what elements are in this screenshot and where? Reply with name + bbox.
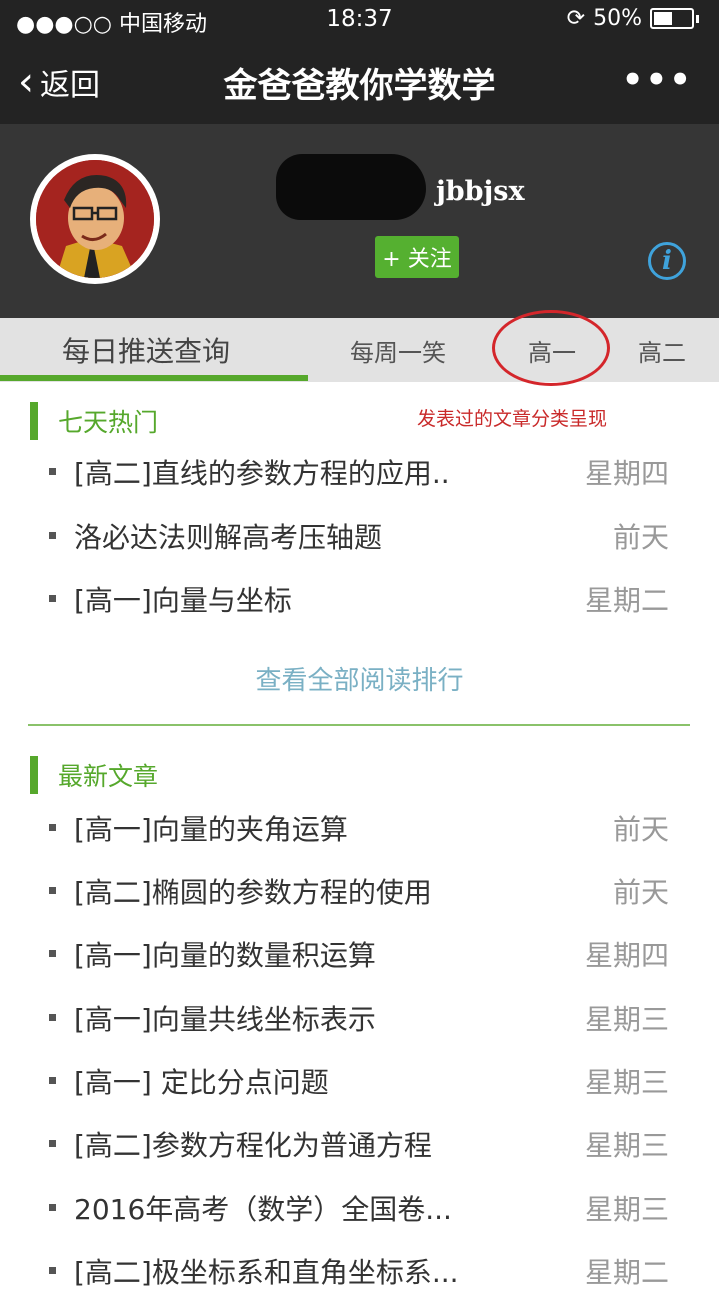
battery-percent: 50% [593, 6, 642, 31]
article-title: [高二]参数方程化为普通方程 [74, 1129, 432, 1162]
annotation-circle [492, 310, 610, 386]
article-title: [高二]直线的参数方程的应用.. [74, 457, 450, 490]
list-item[interactable]: [高一]向量共线坐标表示 星期三 [0, 988, 719, 1044]
article-date: 星期三 [584, 1193, 669, 1226]
article-title: [高二]极坐标系和直角坐标系... [74, 1256, 459, 1289]
article-date: 前天 [612, 521, 669, 554]
section-heading-latest: 最新文章 [30, 756, 158, 794]
article-title: [高一]向量的夹角运算 [74, 813, 348, 846]
more-menu-icon[interactable]: ••• [622, 60, 693, 100]
tab-grade-11[interactable]: 高二 [638, 318, 686, 382]
article-title: [高一]向量的数量积运算 [74, 939, 376, 972]
category-tabs: 每日推送查询 每周一笑 高一 高二 [0, 318, 719, 382]
article-title: [高一]向量共线坐标表示 [74, 1003, 376, 1036]
tab-daily-push[interactable]: 每日推送查询 [62, 318, 230, 382]
list-item[interactable]: [高一] 定比分点问题 星期三 [0, 1051, 719, 1107]
list-item[interactable]: [高二]直线的参数方程的应用.. 星期四 [0, 442, 719, 498]
article-date: 星期三 [584, 1066, 669, 1099]
tab-weekly-joke[interactable]: 每周一笑 [350, 318, 446, 382]
follow-button[interactable]: + 关注 [375, 236, 459, 278]
list-item[interactable]: [高一]向量的夹角运算 前天 [0, 798, 719, 854]
info-icon[interactable]: i [648, 242, 686, 280]
section-heading-hot: 七天热门 [30, 402, 158, 440]
article-date: 星期二 [584, 1256, 669, 1289]
article-title: [高二]椭圆的参数方程的使用 [74, 876, 432, 909]
article-date: 星期三 [584, 1003, 669, 1036]
navigation-bar: ‹ 返回 金爸爸教你学数学 ••• [0, 40, 719, 124]
article-date: 前天 [612, 813, 669, 846]
profile-header: jbbjsx + 关注 i [0, 124, 719, 318]
account-id: jbbjsx [436, 176, 525, 207]
active-tab-indicator [0, 375, 308, 381]
page-title: 金爸爸教你学数学 [223, 66, 496, 106]
status-bar: ●●●○○ 中国移动 18:37 ⟳ 50% [0, 0, 719, 40]
article-date: 星期四 [584, 939, 669, 972]
article-title: [高一] 定比分点问题 [74, 1066, 329, 1099]
lock-rotation-icon: ⟳ [566, 6, 586, 31]
battery-icon [650, 8, 694, 29]
section-divider [28, 724, 690, 726]
view-all-ranking-link[interactable]: 查看全部阅读排行 [0, 660, 719, 697]
avatar[interactable] [30, 154, 160, 284]
list-item[interactable]: [高二]参数方程化为普通方程 星期三 [0, 1114, 719, 1170]
redacted-account-name [276, 154, 426, 220]
article-date: 星期四 [584, 457, 669, 490]
article-title: [高一]向量与坐标 [74, 584, 292, 617]
list-item[interactable]: [高二]极坐标系和直角坐标系... 星期二 [0, 1241, 719, 1297]
battery-indicator: ⟳ 50% [567, 6, 699, 31]
annotation-text: 发表过的文章分类呈现 [417, 408, 608, 430]
article-date: 前天 [612, 876, 669, 909]
article-date: 星期二 [584, 584, 669, 617]
list-item[interactable]: 2016年高考（数学）全国卷... 星期三 [0, 1178, 719, 1234]
list-item[interactable]: [高二]椭圆的参数方程的使用 前天 [0, 861, 719, 917]
list-item[interactable]: 洛必达法则解高考压轴题 前天 [0, 506, 719, 562]
cartoon-portrait-icon [36, 160, 154, 278]
article-title: 2016年高考（数学）全国卷... [74, 1193, 452, 1226]
list-item[interactable]: [高一]向量的数量积运算 星期四 [0, 924, 719, 980]
article-title: 洛必达法则解高考压轴题 [74, 521, 383, 554]
article-date: 星期三 [584, 1129, 669, 1162]
list-item[interactable]: [高一]向量与坐标 星期二 [0, 569, 719, 625]
